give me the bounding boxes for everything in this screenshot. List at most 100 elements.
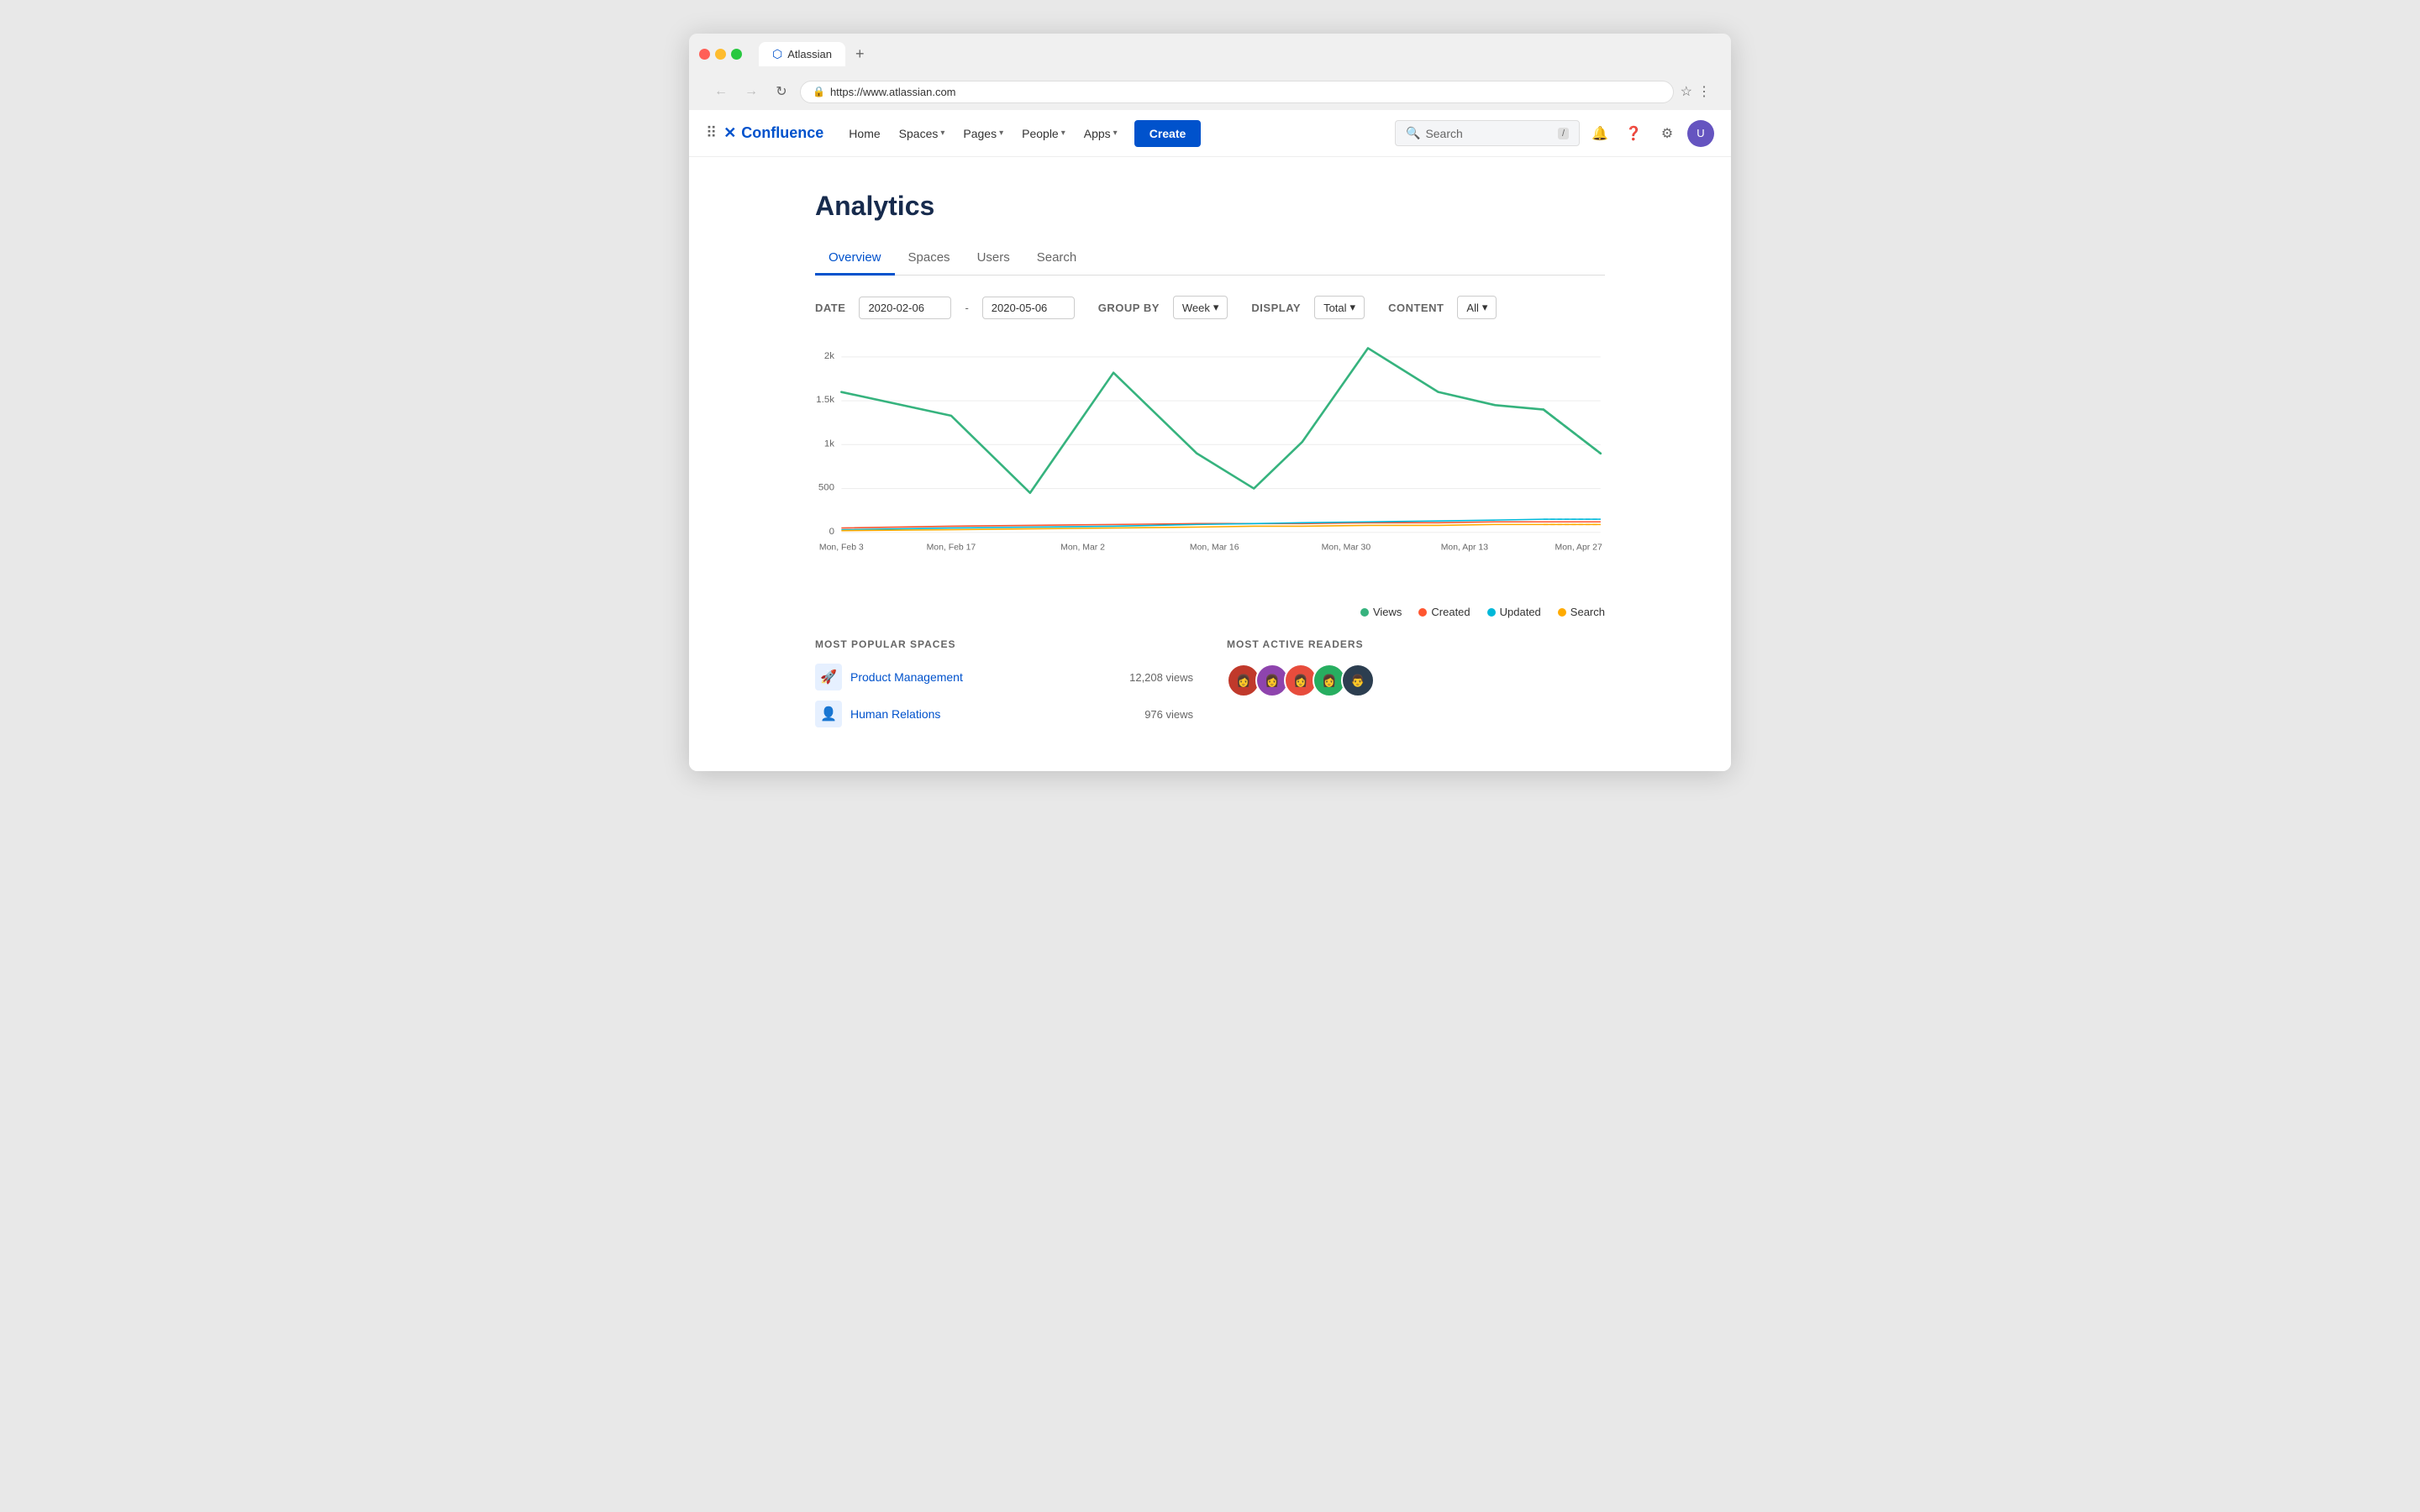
group-by-chevron-icon: ▾: [1213, 301, 1219, 314]
spaces-chevron-icon: ▾: [940, 129, 944, 138]
tabs: Overview Spaces Users Search: [815, 242, 1605, 276]
help-button[interactable]: ❓: [1620, 120, 1647, 147]
browser-titlebar: ⬡ Atlassian +: [699, 42, 1721, 73]
space-item-hr: 👤 Human Relations 976 views: [815, 701, 1193, 727]
app-content: ⠿ ✕ Confluence Home Spaces ▾ Pages ▾ Peo: [689, 110, 1731, 771]
maximize-traffic-light[interactable]: [731, 49, 742, 60]
legend-created: Created: [1418, 606, 1470, 618]
chart-container: 2k 1.5k 1k 500 0: [815, 339, 1605, 589]
svg-text:Mon, Apr 13: Mon, Apr 13: [1441, 543, 1488, 553]
svg-text:Mon, Mar 30: Mon, Mar 30: [1322, 543, 1371, 553]
nav-menu: Home Spaces ▾ Pages ▾ People ▾ Apps ▾: [840, 120, 1392, 147]
back-button[interactable]: ←: [709, 80, 733, 103]
updated-label: Updated: [1500, 606, 1541, 618]
svg-text:500: 500: [818, 483, 834, 493]
nav-pages[interactable]: Pages ▾: [955, 122, 1012, 145]
created-label: Created: [1431, 606, 1470, 618]
content-label: CONTENT: [1388, 302, 1444, 314]
views-line-dashed: [1544, 410, 1601, 454]
views-label: Views: [1373, 606, 1402, 618]
popular-spaces-title: MOST POPULAR SPACES: [815, 638, 1193, 650]
search-label: Search: [1570, 606, 1605, 618]
new-tab-button[interactable]: +: [855, 45, 865, 63]
tab-users[interactable]: Users: [964, 242, 1023, 276]
url-text: https://www.atlassian.com: [830, 86, 956, 98]
nav-apps[interactable]: Apps ▾: [1076, 122, 1126, 145]
search-bar[interactable]: 🔍 Search /: [1395, 120, 1580, 146]
group-by-select[interactable]: Week ▾: [1173, 296, 1228, 319]
legend-views: Views: [1360, 606, 1402, 618]
group-by-value: Week: [1182, 302, 1210, 314]
more-icon[interactable]: ⋮: [1697, 83, 1711, 100]
content-value: All: [1466, 302, 1478, 314]
space-name-product[interactable]: Product Management: [850, 670, 1121, 684]
display-label: DISPLAY: [1251, 302, 1301, 314]
browser-addressbar: ← → ↻ 🔒 https://www.atlassian.com ☆ ⋮: [699, 73, 1721, 110]
svg-text:Mon, Apr 27: Mon, Apr 27: [1555, 543, 1602, 553]
browser-window: ⬡ Atlassian + ← → ↻ 🔒 https://www.atlass…: [689, 34, 1731, 771]
bookmark-icon[interactable]: ☆: [1681, 83, 1692, 100]
search-placeholder: Search: [1425, 127, 1462, 140]
nav-people[interactable]: People ▾: [1013, 122, 1074, 145]
updated-dot: [1487, 608, 1496, 617]
svg-text:0: 0: [829, 527, 834, 537]
legend-search: Search: [1558, 606, 1605, 618]
readers-avatars: 👩 👩 👩 👩 👨: [1227, 664, 1605, 697]
close-traffic-light[interactable]: [699, 49, 710, 60]
confluence-logo-icon: ✕: [723, 124, 736, 142]
create-button[interactable]: Create: [1134, 120, 1202, 147]
tab-search[interactable]: Search: [1023, 242, 1091, 276]
display-value: Total: [1323, 302, 1346, 314]
display-chevron-icon: ▾: [1350, 301, 1356, 314]
search-icon: 🔍: [1406, 126, 1420, 140]
settings-button[interactable]: ⚙: [1654, 120, 1681, 147]
space-item-product: 🚀 Product Management 12,208 views: [815, 664, 1193, 690]
svg-text:Mon, Mar 2: Mon, Mar 2: [1060, 543, 1105, 553]
confluence-nav: ⠿ ✕ Confluence Home Spaces ▾ Pages ▾ Peo: [689, 110, 1731, 157]
browser-chrome: ⬡ Atlassian + ← → ↻ 🔒 https://www.atlass…: [689, 34, 1731, 110]
svg-text:1k: 1k: [824, 438, 834, 449]
reader-avatar-5: 👨: [1341, 664, 1375, 697]
space-views-hr: 976 views: [1144, 708, 1193, 721]
pages-chevron-icon: ▾: [999, 129, 1003, 138]
search-dot: [1558, 608, 1566, 617]
date-from-input[interactable]: [859, 297, 951, 319]
minimize-traffic-light[interactable]: [715, 49, 726, 60]
nav-spaces[interactable]: Spaces ▾: [891, 122, 954, 145]
content-select[interactable]: All ▾: [1457, 296, 1497, 319]
forward-button[interactable]: →: [739, 80, 763, 103]
main-content: Analytics Overview Spaces Users Search D…: [748, 157, 1672, 771]
svg-text:Mon, Feb 17: Mon, Feb 17: [927, 543, 976, 553]
svg-text:1.5k: 1.5k: [816, 395, 834, 405]
grid-icon[interactable]: ⠿: [706, 124, 717, 142]
active-readers-title: MOST ACTIVE READERS: [1227, 638, 1605, 650]
created-dot: [1418, 608, 1427, 617]
address-bar[interactable]: 🔒 https://www.atlassian.com: [800, 81, 1674, 103]
date-to-input[interactable]: [982, 297, 1075, 319]
browser-actions: ☆ ⋮: [1681, 83, 1711, 100]
most-popular-spaces: MOST POPULAR SPACES 🚀 Product Management…: [815, 638, 1193, 738]
views-line: [841, 348, 1600, 492]
confluence-logo[interactable]: ✕ Confluence: [723, 124, 823, 142]
display-select[interactable]: Total ▾: [1314, 296, 1365, 319]
page-title: Analytics: [815, 191, 1605, 222]
chart-legend: Views Created Updated Search: [815, 606, 1605, 618]
traffic-lights: [699, 49, 742, 60]
reload-button[interactable]: ↻: [770, 80, 793, 103]
space-icon-product: 🚀: [815, 664, 842, 690]
atlassian-tab-logo: ⬡: [772, 47, 782, 61]
legend-updated: Updated: [1487, 606, 1541, 618]
date-label: DATE: [815, 302, 845, 314]
tab-overview[interactable]: Overview: [815, 242, 895, 276]
space-name-hr[interactable]: Human Relations: [850, 707, 1136, 721]
notifications-button[interactable]: 🔔: [1586, 120, 1613, 147]
avatar[interactable]: U: [1687, 120, 1714, 147]
group-by-label: GROUP BY: [1098, 302, 1160, 314]
browser-tab[interactable]: ⬡ Atlassian: [759, 42, 845, 66]
nav-home[interactable]: Home: [840, 122, 888, 145]
tab-spaces[interactable]: Spaces: [895, 242, 964, 276]
space-views-product: 12,208 views: [1129, 671, 1193, 684]
content-chevron-icon: ▾: [1482, 301, 1488, 314]
bottom-sections: MOST POPULAR SPACES 🚀 Product Management…: [815, 638, 1605, 738]
confluence-logo-text: Confluence: [741, 124, 823, 142]
